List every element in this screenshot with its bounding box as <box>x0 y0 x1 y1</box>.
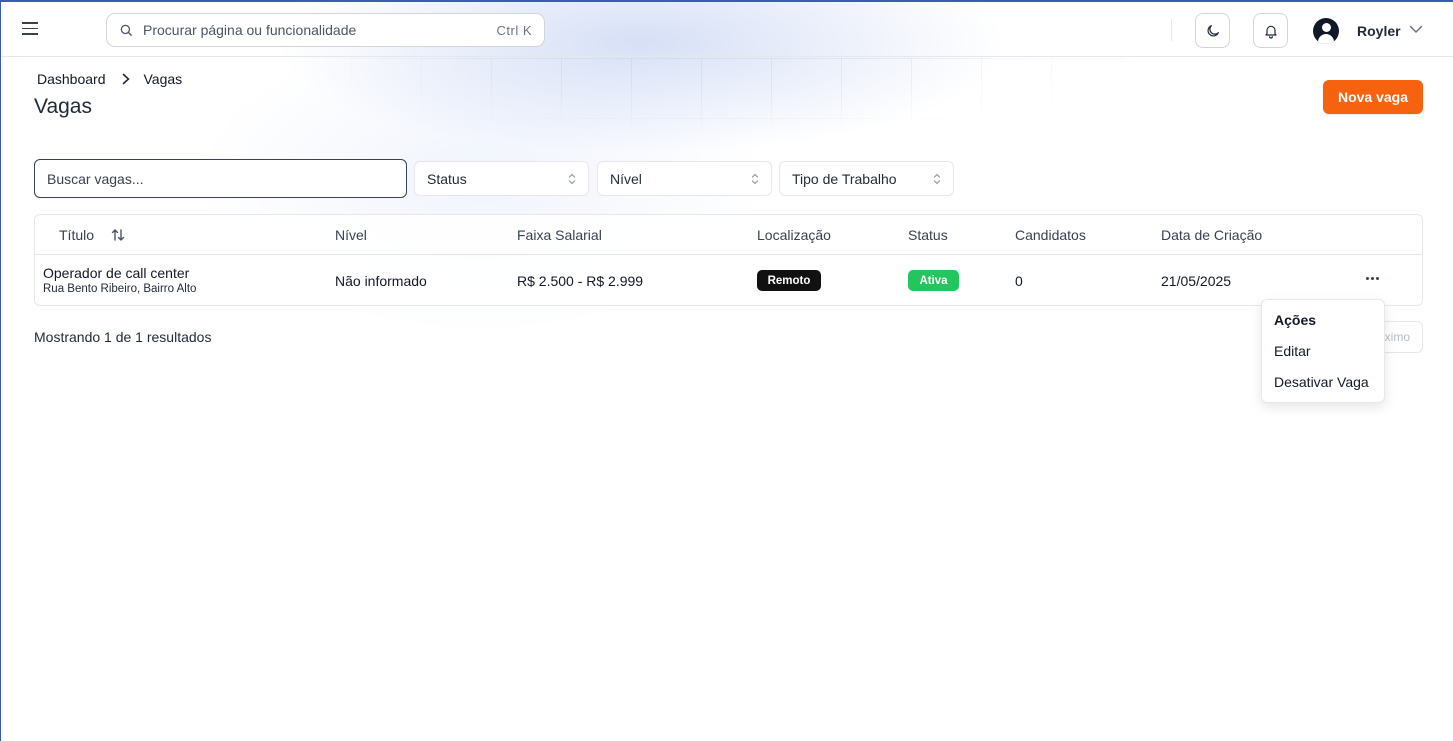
column-header-salary: Faixa Salarial <box>517 227 602 243</box>
actions-menu-title: Ações <box>1274 312 1317 328</box>
grid-background-decoration <box>281 58 1181 168</box>
header-background-decoration <box>1 2 1453 422</box>
column-header-candidates: Candidatos <box>1015 227 1086 243</box>
theme-toggle-button[interactable] <box>1195 13 1230 48</box>
more-actions-icon[interactable] <box>1362 273 1383 284</box>
column-header-level: Nível <box>335 227 367 243</box>
job-salary: R$ 2.500 - R$ 2.999 <box>517 273 644 289</box>
column-header-created: Data de Criação <box>1161 227 1263 243</box>
actions-menu: Ações Editar Desativar Vaga <box>1261 299 1385 403</box>
menu-item-edit[interactable]: Editar <box>1274 343 1311 359</box>
table-header: Título Nível Faixa Salarial Localização … <box>35 215 1422 255</box>
status-filter-label: Status <box>427 170 467 187</box>
status-badge: Ativa <box>908 270 959 291</box>
menu-item-deactivate[interactable]: Desativar Vaga <box>1274 374 1369 390</box>
location-badge: Remoto <box>757 270 821 291</box>
level-filter-label: Nível <box>610 170 642 187</box>
work-type-filter-select[interactable]: Tipo de Trabalho <box>779 161 954 196</box>
global-search-placeholder: Procurar página ou funcionalidade <box>143 22 357 38</box>
search-shortcut: Ctrl K <box>496 22 532 38</box>
chevron-down-icon[interactable] <box>1409 24 1423 34</box>
breadcrumb-dashboard[interactable]: Dashboard <box>37 71 106 87</box>
job-title[interactable]: Operador de call center <box>43 265 189 281</box>
sort-icon[interactable] <box>111 228 125 242</box>
level-filter-select[interactable]: Nível <box>597 161 772 196</box>
bell-icon <box>1264 25 1277 39</box>
notifications-button[interactable] <box>1253 13 1288 48</box>
job-candidates: 0 <box>1015 273 1023 289</box>
chevron-right-icon <box>122 73 130 85</box>
page-title: Vagas <box>34 95 92 118</box>
job-created-date: 21/05/2025 <box>1161 273 1232 289</box>
header-divider <box>1171 19 1172 41</box>
column-header-status: Status <box>908 227 948 243</box>
results-count: Mostrando 1 de 1 resultados <box>34 329 212 345</box>
new-job-button[interactable]: Nova vaga <box>1323 80 1423 114</box>
chevron-up-down-icon <box>933 173 941 184</box>
status-filter-select[interactable]: Status <box>414 161 589 196</box>
job-search-input[interactable] <box>34 159 407 198</box>
top-header: Procurar página ou funcionalidade Ctrl K… <box>1 2 1453 57</box>
column-header-title[interactable]: Título <box>59 227 94 243</box>
jobs-table: Título Nível Faixa Salarial Localização … <box>34 214 1423 306</box>
job-address: Rua Bento Ribeiro, Bairro Alto <box>43 283 197 295</box>
menu-icon[interactable] <box>22 22 38 35</box>
user-name[interactable]: Royler <box>1357 23 1401 39</box>
column-header-location: Localização <box>757 227 831 243</box>
chevron-up-down-icon <box>568 173 576 184</box>
global-search[interactable]: Procurar página ou funcionalidade Ctrl K <box>106 13 545 47</box>
breadcrumb: Dashboard Vagas <box>37 71 182 87</box>
user-avatar[interactable] <box>1313 18 1339 44</box>
breadcrumb-vagas: Vagas <box>143 71 183 87</box>
work-type-filter-label: Tipo de Trabalho <box>792 170 897 187</box>
search-icon <box>120 24 132 36</box>
job-level: Não informado <box>335 273 427 289</box>
chevron-up-down-icon <box>751 173 759 184</box>
moon-icon <box>1207 24 1219 36</box>
